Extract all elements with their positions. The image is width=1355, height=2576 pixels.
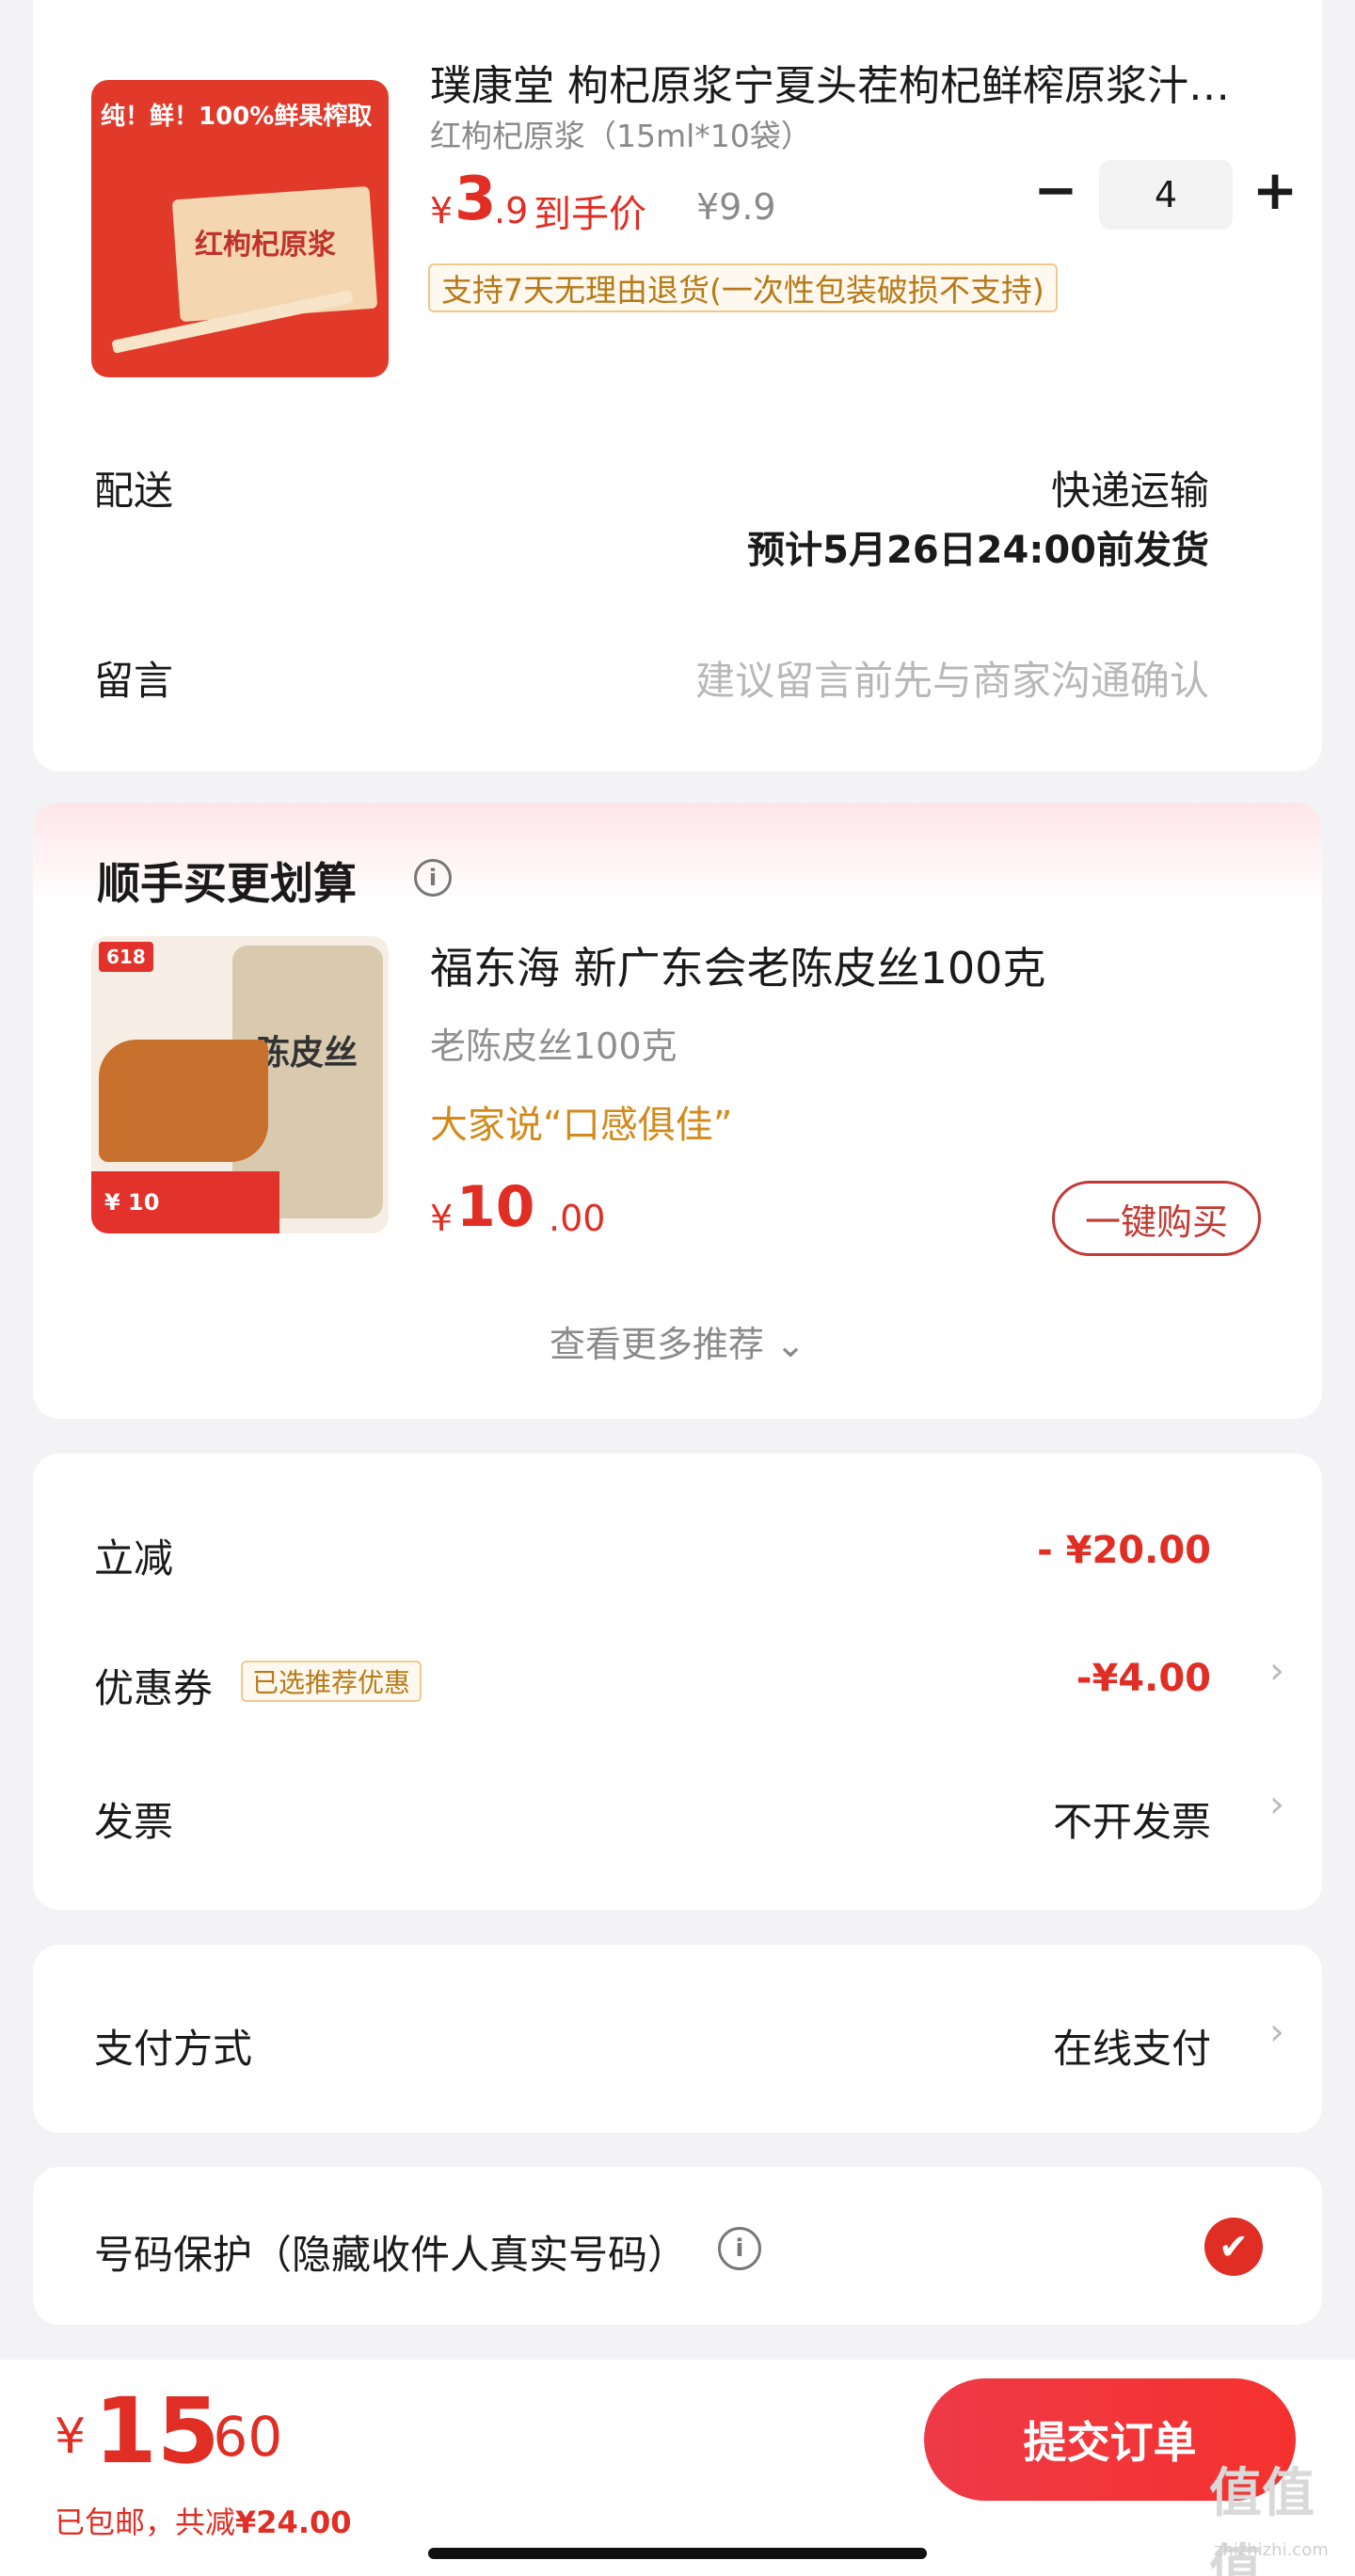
total-decimal: .60 <box>196 2405 283 2469</box>
shipping-eta: 预计5月26日24:00前发货 <box>747 529 1209 572</box>
info-icon[interactable]: i <box>414 859 452 897</box>
recommend-card: 顺手买更划算 i 618 陈皮丝 ¥ 10 福东海 新广东会老陈皮丝100克 老… <box>33 803 1322 1419</box>
thumb-price-tag: ¥ 10 <box>91 1171 279 1233</box>
savings-summary: 已包邮，共减¥24.00 <box>55 2499 352 2542</box>
message-label: 留言 <box>94 658 174 704</box>
recommend-price-integer: 10 <box>456 1174 535 1240</box>
savings-value: ¥24.00 <box>235 2504 352 2540</box>
checkmark-icon[interactable]: ✔ <box>1204 2218 1263 2276</box>
watermark-url: zhizhizhi.com <box>1214 2540 1329 2560</box>
price-integer: 3 <box>454 165 497 234</box>
discount-card: 立减 - ¥20.00 优惠券 已选推荐优惠 -¥4.00 › 发票 不开发票 … <box>33 1454 1322 1910</box>
return-policy-tag: 支持7天无理由退货(一次性包装破损不支持) <box>428 263 1058 312</box>
shipping-method: 快递运输 <box>1050 468 1209 514</box>
payment-card: 支付方式 在线支付 › <box>33 1945 1322 2133</box>
quantity-plus-button[interactable]: + <box>1251 158 1299 222</box>
total-currency: ¥ <box>55 2409 87 2465</box>
price-currency: ¥ <box>430 190 454 231</box>
instant-discount-value: - ¥20.00 <box>1037 1529 1211 1572</box>
price-label: 到手价 <box>534 193 646 236</box>
recommend-product-name[interactable]: 福东海 新广东会老陈皮丝100克 <box>430 934 1045 996</box>
product-image[interactable]: 纯！鲜！100%鲜果榨取 红枸杞原浆 <box>91 80 389 377</box>
payment-method-value[interactable]: 在线支付 <box>1053 2017 1211 2075</box>
original-price: ¥9.9 <box>696 186 776 228</box>
checkout-bar: ¥ 15 .60 已包邮，共减¥24.00 提交订单 <box>0 2360 1355 2576</box>
recommend-praise: 大家说“口感俱佳” <box>430 1104 733 1147</box>
instant-discount-label: 立减 <box>94 1535 174 1582</box>
coupon-label[interactable]: 优惠券 <box>94 1657 213 1714</box>
payment-method-label[interactable]: 支付方式 <box>94 2017 252 2075</box>
message-input[interactable]: 建议留言前先与商家沟通确认 <box>695 649 1209 707</box>
recommend-product-spec: 老陈皮丝100克 <box>430 1026 678 1067</box>
more-recommendations-link[interactable]: 查看更多推荐 ⌄ <box>33 1315 1322 1367</box>
price-decimal: .9 <box>494 190 529 231</box>
product-image-caption: 纯！鲜！100%鲜果榨取 <box>101 103 373 131</box>
coupon-value[interactable]: -¥4.00 <box>1076 1657 1211 1700</box>
quantity-input[interactable]: 4 <box>1099 160 1233 230</box>
invoice-value[interactable]: 不开发票 <box>1053 1790 1211 1848</box>
chevron-right-icon[interactable]: › <box>1269 1649 1284 1693</box>
one-click-buy-button[interactable]: 一键购买 <box>1052 1181 1261 1256</box>
chevron-right-icon[interactable]: › <box>1269 2011 1284 2054</box>
phone-protection-label: 号码保护（隐藏收件人真实号码） <box>94 2232 688 2278</box>
peel-graphic <box>99 1040 268 1162</box>
product-card: 纯！鲜！100%鲜果榨取 红枸杞原浆 璞康堂 枸杞原浆宁夏头茬枸杞鲜榨原浆汁… … <box>33 0 1322 771</box>
quantity-minus-button[interactable]: − <box>1032 160 1079 221</box>
recommend-price-currency: ¥ <box>430 1198 454 1239</box>
recommend-product-image[interactable]: 618 陈皮丝 ¥ 10 <box>91 936 389 1233</box>
sale-badge: 618 <box>99 942 153 972</box>
phone-protection-card: 号码保护（隐藏收件人真实号码） i ✔ <box>33 2167 1322 2325</box>
coupon-tag: 已选推荐优惠 <box>241 1661 422 1702</box>
invoice-label[interactable]: 发票 <box>94 1790 173 1848</box>
home-indicator[interactable] <box>428 2548 927 2559</box>
savings-prefix: 已包邮，共减 <box>55 2504 236 2540</box>
chevron-right-icon[interactable]: › <box>1269 1783 1284 1826</box>
product-sku: 红枸杞原浆（15ml*10袋） <box>430 118 812 154</box>
product-title[interactable]: 璞康堂 枸杞原浆宁夏头茬枸杞鲜榨原浆汁… <box>430 52 1296 112</box>
recommend-price-decimal: .00 <box>549 1198 606 1239</box>
jar-label: 陈皮丝 <box>256 1034 359 1073</box>
info-icon[interactable]: i <box>718 2227 761 2270</box>
shipping-label: 配送 <box>94 468 174 514</box>
recommend-title: 顺手买更划算 <box>97 858 357 909</box>
product-box-label: 红枸杞原浆 <box>195 229 336 262</box>
